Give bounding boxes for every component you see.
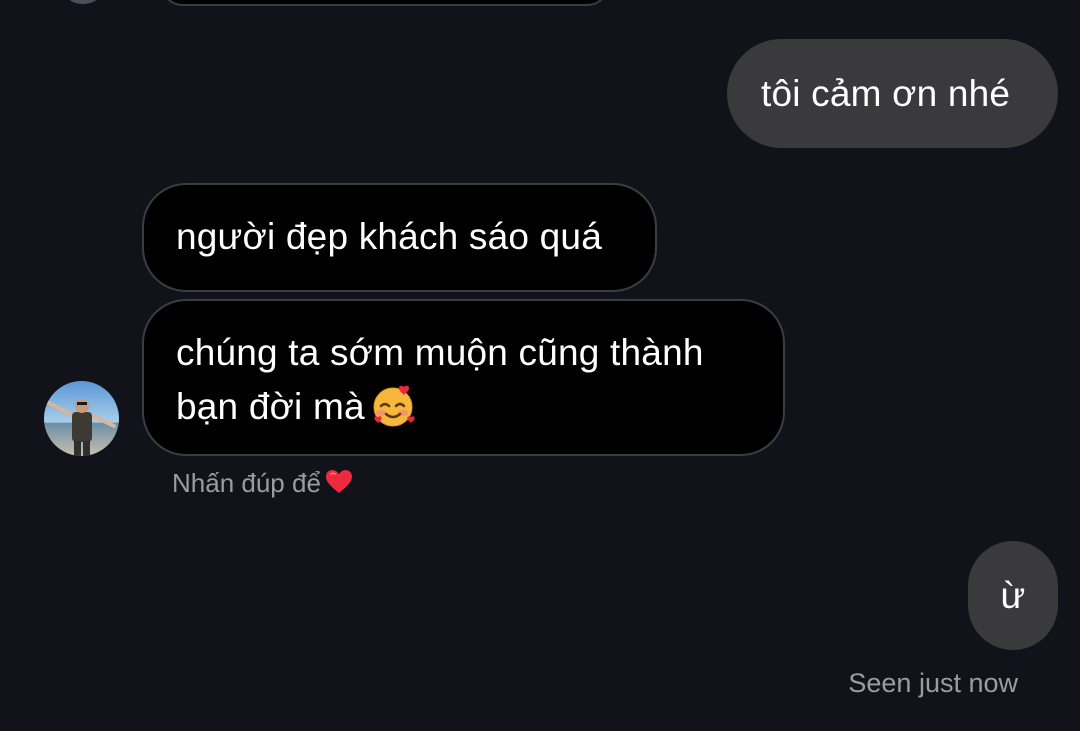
avatar[interactable] [44,381,119,456]
received-message-bubble[interactable]: người đẹp khách sáo quá [142,183,657,292]
smiling-face-with-hearts-icon [371,383,417,444]
message-text-line: bạn đời mà [176,380,783,444]
message-text: ừ [1000,575,1026,616]
sent-message-bubble[interactable]: tôi cảm ơn nhé [727,39,1058,148]
message-bubble-cut-off[interactable] [160,0,610,6]
message-text: bạn đời mà [176,386,365,427]
message-text: tôi cảm ơn nhé [761,73,1011,114]
heart-icon [325,469,353,503]
received-message-bubble[interactable]: chúng ta sớm muộn cũng thành bạn đời mà [142,299,785,456]
avatar-cut-off[interactable] [58,0,108,4]
sent-message-bubble[interactable]: ừ [968,541,1058,650]
message-text-line: chúng ta sớm muộn cũng thành [176,332,704,373]
double-tap-hint: Nhấn đúp để [172,466,353,503]
seen-status: Seen just now [848,668,1018,698]
hint-label: Nhấn đúp để [172,468,321,498]
message-text: người đẹp khách sáo quá [176,216,602,257]
chat-thread: tôi cảm ơn nhé người đẹp khách sáo quá c… [0,0,1080,731]
